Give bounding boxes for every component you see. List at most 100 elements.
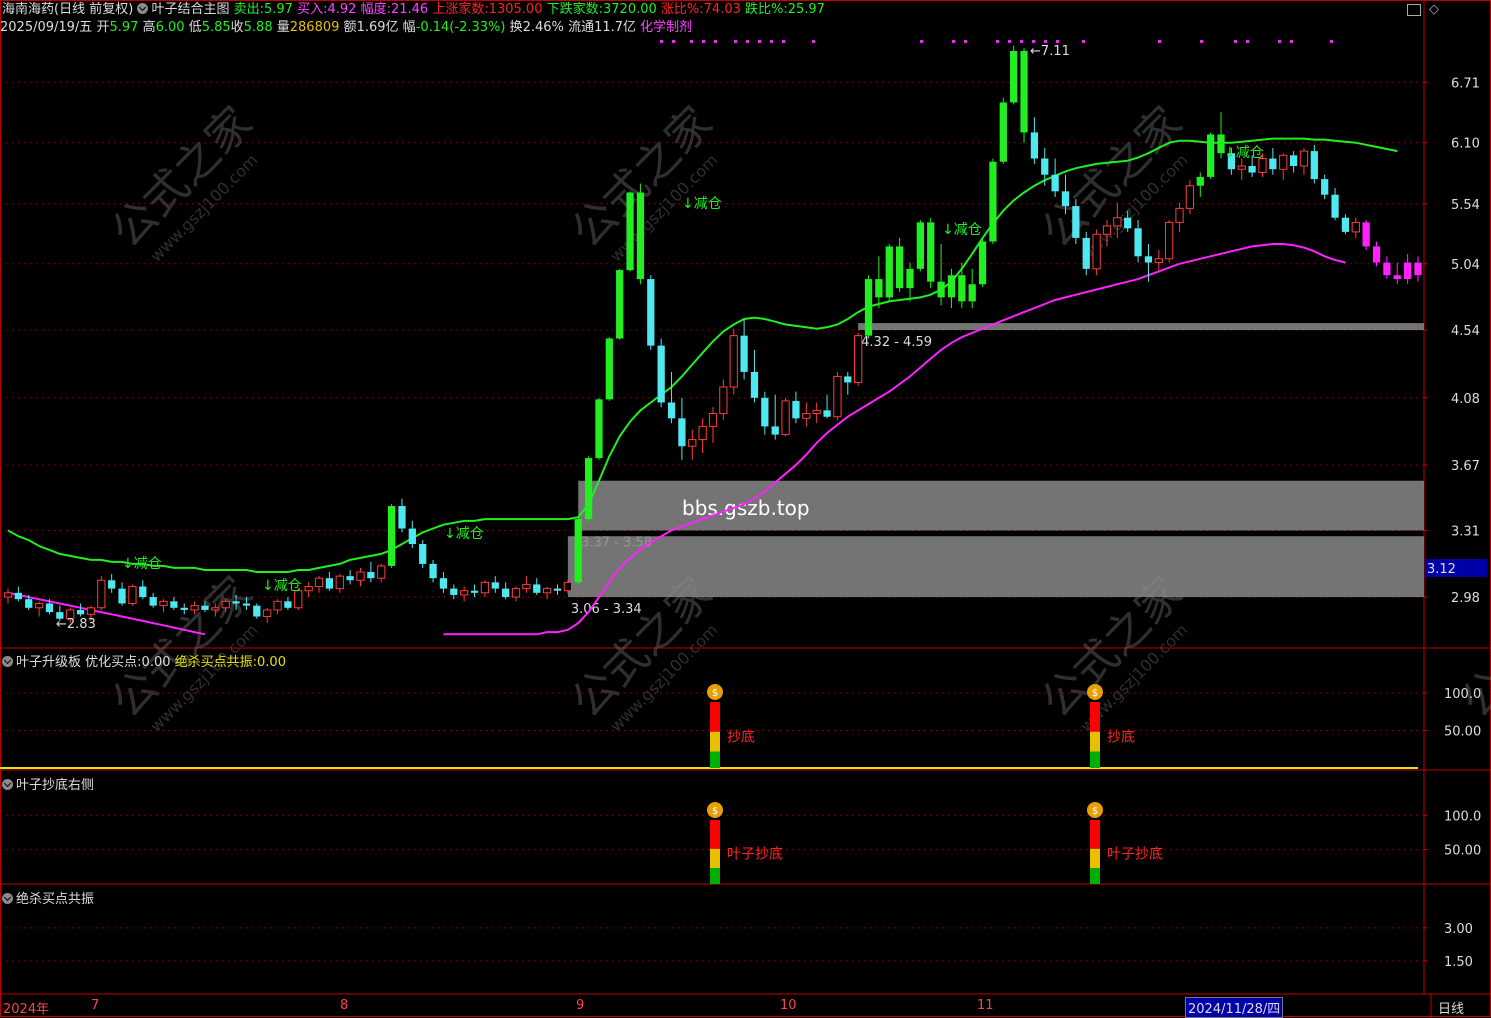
candle-body xyxy=(211,607,220,611)
candle-body xyxy=(761,397,769,427)
panel3-tick-label: 1.50 xyxy=(1444,955,1473,970)
period-mode[interactable]: (日线 前复权) xyxy=(54,2,133,17)
panel2-signal-green xyxy=(1090,868,1100,884)
candle-body xyxy=(978,241,987,285)
candle-body xyxy=(439,578,448,589)
up-pct-value: 74.03 xyxy=(703,2,741,17)
candle-body xyxy=(502,588,510,598)
period-button[interactable]: 日线 xyxy=(1438,998,1464,1017)
candle-body xyxy=(854,335,863,383)
candle-body xyxy=(170,601,178,608)
panel2-title[interactable]: 叶子抄底右侧 xyxy=(16,778,94,793)
chart-canvas[interactable]: 6.71 6.10 5.54 5.04 4.54 4.08 3.67 3.31 2.98 3.12… xyxy=(0,0,1491,1018)
signal-dot xyxy=(1056,40,1059,43)
candle-body xyxy=(1196,176,1204,186)
candle-body xyxy=(719,386,728,415)
down-count-label: 下跌家数: xyxy=(546,2,603,17)
signal-dot xyxy=(746,40,749,43)
signal-dot xyxy=(1330,40,1333,43)
candle-body xyxy=(750,371,759,398)
watermark-url: bbs.gszb.top xyxy=(682,496,810,520)
candle-body xyxy=(1020,50,1028,133)
candle-body xyxy=(563,581,572,592)
signal-dot xyxy=(1246,40,1249,43)
high-label: 高 xyxy=(142,20,156,35)
signal-dot xyxy=(996,40,999,43)
volume-value: 286809 xyxy=(289,20,340,35)
cursor-date-box: 2024/11/28/四 xyxy=(1185,997,1284,1018)
candle-body xyxy=(45,603,54,613)
candle-body xyxy=(408,528,416,545)
candle-body xyxy=(916,222,924,269)
panel2-tick-label: 100.0 xyxy=(1444,809,1481,824)
candle-body xyxy=(1362,222,1370,247)
candle-body xyxy=(647,279,655,346)
candle-body xyxy=(1248,166,1256,173)
panel1-menu-icon[interactable] xyxy=(2,656,13,667)
amount-value: 1.69亿 xyxy=(356,20,399,35)
candle-body xyxy=(304,586,313,592)
panel2-header: 叶子抄底右侧 xyxy=(2,774,94,793)
candle-body xyxy=(118,588,126,604)
diamond-icon[interactable]: ◇ xyxy=(1429,2,1439,17)
signal-dot xyxy=(920,40,923,43)
sector-label[interactable]: 化学制剂 xyxy=(640,20,692,35)
candle-body xyxy=(792,400,800,419)
formula-name[interactable]: 叶子结合主图 xyxy=(151,2,229,17)
candle-body xyxy=(76,609,85,615)
candle-body xyxy=(1010,50,1018,103)
candle-body xyxy=(1351,221,1360,233)
high-value: 6.00 xyxy=(155,20,185,35)
signal-dot xyxy=(812,40,815,43)
signal-dot xyxy=(952,40,955,43)
candle-body xyxy=(139,586,147,598)
close-value: 5.88 xyxy=(243,20,273,35)
down-pct-value: 25.97 xyxy=(787,2,825,17)
amount-label: 额 xyxy=(343,20,357,35)
panel1-res-value: 0.00 xyxy=(257,655,286,670)
candle-body xyxy=(688,439,697,447)
down-count-value: 3720.00 xyxy=(603,2,657,17)
time-label-year: 2024年 xyxy=(3,1002,50,1017)
signal-dot xyxy=(1032,40,1035,43)
candle-body xyxy=(14,592,22,600)
time-label-oct: 10 xyxy=(780,998,797,1013)
candle-body xyxy=(221,600,230,609)
panel1-signal-gold xyxy=(710,731,720,752)
candle-body xyxy=(626,192,634,271)
candle-body xyxy=(1289,155,1298,167)
buy-label: 买入: xyxy=(297,2,328,17)
panel1-title[interactable]: 叶子升级板 xyxy=(16,655,81,670)
candle-body xyxy=(740,335,748,372)
candle-body xyxy=(1269,158,1277,170)
candle-body xyxy=(180,607,188,610)
panel3-title[interactable]: 绝杀买点共振 xyxy=(16,892,94,907)
candle-body xyxy=(335,575,344,590)
candle-body xyxy=(149,597,157,606)
candle-body xyxy=(1237,165,1246,170)
panel1-res-label: 绝杀买点共振: xyxy=(174,655,258,670)
zone-4-32 xyxy=(858,323,1424,331)
panel1-tick-label: 50.00 xyxy=(1444,725,1481,740)
panel1-signal-label: 抄底 xyxy=(1107,730,1135,746)
candle-body xyxy=(314,577,324,588)
formula-menu-icon[interactable] xyxy=(137,3,149,14)
layout-icon[interactable] xyxy=(1407,4,1421,16)
main-axis-tick-label: 5.04 xyxy=(1451,258,1480,273)
stock-name[interactable]: 海南海药 xyxy=(2,2,54,17)
candle-body xyxy=(429,563,437,579)
float-value: 11.7亿 xyxy=(594,20,637,35)
main-axis-tick-label: 6.71 xyxy=(1451,76,1480,91)
panel3-menu-icon[interactable] xyxy=(2,893,13,904)
change-value: -0.14(-2.33%) xyxy=(415,20,506,35)
low-value: 5.85 xyxy=(201,20,231,35)
panel2-menu-icon[interactable] xyxy=(2,779,13,790)
candle-body xyxy=(708,413,718,427)
candle-body xyxy=(729,335,738,388)
signal-dot xyxy=(1020,40,1023,43)
candle-body xyxy=(450,588,458,595)
high-price-mark: ←7.11 xyxy=(1030,44,1070,59)
signal-dot xyxy=(1158,40,1161,43)
panel1-signal-gold xyxy=(1090,731,1100,752)
panel1-signal-red xyxy=(710,702,720,732)
